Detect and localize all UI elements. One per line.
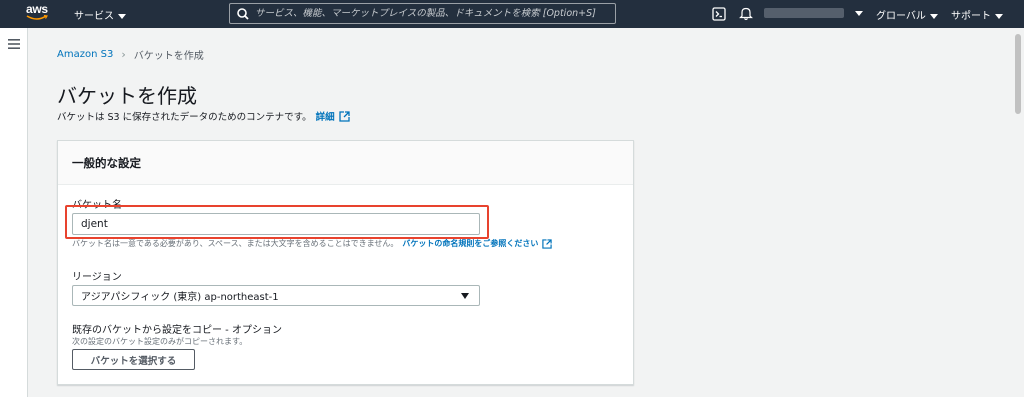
breadcrumb-current: バケットを作成 <box>133 51 204 62</box>
services-menu[interactable]: サービス <box>74 7 126 22</box>
support-menu[interactable]: サポート <box>951 7 1003 22</box>
chevron-down-icon <box>929 13 938 19</box>
support-menu-label: サポート <box>951 11 991 22</box>
region-select[interactable]: アジアパシフィック (東京) ap-northeast-1 <box>72 285 480 306</box>
aws-logo[interactable]: aws <box>26 3 52 25</box>
caret-down-icon <box>461 293 469 299</box>
breadcrumb-link-s3[interactable]: Amazon S3 <box>57 49 113 60</box>
bucket-name-label: バケット名 <box>72 200 122 211</box>
bell-icon[interactable] <box>739 6 753 21</box>
account-chevron-down-icon[interactable] <box>855 11 863 16</box>
naming-rules-link[interactable]: バケットの命名規則をご参照ください <box>402 238 538 249</box>
copy-settings-label: 既存のバケットから設定をコピー - オプション <box>72 325 282 336</box>
page-title: バケットを作成 <box>57 84 197 108</box>
top-navigation: aws サービス グローバル サポート <box>0 0 1024 28</box>
bucket-name-hint: バケット名は一意である必要があり、スペース、または大文字を含めることはできません… <box>72 238 553 249</box>
page-description: バケットは S3 に保存されたデータのためのコンテナです。 詳細 <box>57 109 350 123</box>
region-menu[interactable]: グローバル <box>876 7 938 22</box>
bucket-name-input[interactable] <box>72 213 480 235</box>
choose-bucket-button[interactable]: バケットを選択する <box>72 349 195 370</box>
details-link[interactable]: 詳細 <box>316 109 335 123</box>
services-label: サービス <box>74 11 114 22</box>
panel-header: 一般的な設定 <box>58 141 633 185</box>
chevron-down-icon <box>118 13 126 19</box>
search-input[interactable] <box>255 8 615 19</box>
aws-logo-text: aws <box>26 2 48 16</box>
scrollbar-thumb[interactable] <box>1015 34 1021 114</box>
general-settings-panel: 一般的な設定 バケット名 バケット名は一意である必要があり、スペース、または大文… <box>57 140 634 385</box>
chevron-down-icon <box>995 13 1003 19</box>
search-icon <box>237 7 249 20</box>
region-menu-label: グローバル <box>876 11 926 22</box>
account-name-redacted[interactable] <box>764 8 844 18</box>
hamburger-menu-icon[interactable] <box>8 39 20 49</box>
search-box[interactable] <box>229 3 616 24</box>
breadcrumb-separator-icon: › <box>121 48 126 61</box>
page-scrollbar[interactable] <box>1012 28 1024 397</box>
cloudshell-icon[interactable] <box>712 7 726 21</box>
breadcrumb: Amazon S3 › バケットを作成 <box>57 47 204 62</box>
page-description-text: バケットは S3 に保存されたデータのためのコンテナです。 <box>57 112 312 123</box>
external-link-icon[interactable] <box>542 238 553 249</box>
side-navigation <box>0 28 28 397</box>
region-select-value: アジアパシフィック (東京) ap-northeast-1 <box>81 292 279 303</box>
copy-settings-hint: 次の設定のバケット設定のみがコピーされます。 <box>72 337 248 346</box>
bucket-name-hint-text: バケット名は一意である必要があり、スペース、または大文字を含めることはできません… <box>72 239 399 248</box>
external-link-icon[interactable] <box>339 110 350 122</box>
region-label: リージョン <box>72 272 122 283</box>
